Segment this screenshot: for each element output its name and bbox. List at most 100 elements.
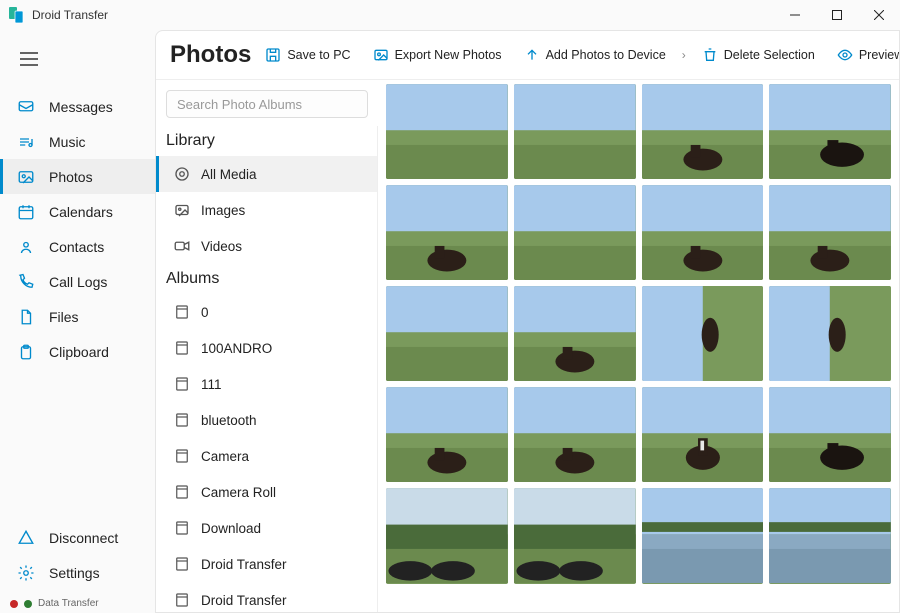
photo-thumbnail[interactable] bbox=[642, 185, 764, 280]
photo-thumbnail[interactable] bbox=[769, 185, 891, 280]
maximize-button[interactable] bbox=[816, 0, 858, 30]
album-label: Camera bbox=[201, 449, 249, 464]
nav-item-clipboard[interactable]: Clipboard bbox=[0, 334, 155, 369]
photo-thumbnail[interactable] bbox=[386, 488, 508, 583]
contact-icon bbox=[17, 238, 35, 256]
photo-thumbnail[interactable] bbox=[642, 84, 764, 179]
library-item-label: Videos bbox=[201, 239, 242, 254]
photo-thumbnail[interactable] bbox=[514, 387, 636, 482]
photo-thumbnail[interactable] bbox=[769, 286, 891, 381]
allmedia-icon bbox=[173, 165, 191, 183]
album-label: Camera Roll bbox=[201, 485, 276, 500]
nav-item-music[interactable]: Music bbox=[0, 124, 155, 159]
clipboard-icon bbox=[17, 343, 35, 361]
library-item-videos[interactable]: Videos bbox=[156, 228, 377, 264]
nav-label: Clipboard bbox=[49, 344, 109, 360]
albums-header: Albums bbox=[156, 264, 377, 294]
photo-thumbnail[interactable] bbox=[769, 488, 891, 583]
album-item[interactable]: 111 bbox=[156, 366, 377, 402]
library-header: Library bbox=[156, 126, 377, 156]
videos-icon bbox=[173, 237, 191, 255]
close-button[interactable] bbox=[858, 0, 900, 30]
library-item-label: All Media bbox=[201, 167, 257, 182]
save-to-pc-button[interactable]: Save to PC bbox=[257, 43, 358, 67]
export-new-photos-button[interactable]: Export New Photos bbox=[365, 43, 510, 67]
file-icon bbox=[17, 308, 35, 326]
photo-thumbnail[interactable] bbox=[386, 286, 508, 381]
nav-label: Files bbox=[49, 309, 79, 325]
album-item[interactable]: bluetooth bbox=[156, 402, 377, 438]
album-label: 100ANDRO bbox=[201, 341, 272, 356]
disconnect-icon bbox=[17, 529, 35, 547]
album-icon bbox=[173, 447, 191, 465]
message-icon bbox=[17, 98, 35, 116]
photo-thumbnail[interactable] bbox=[642, 488, 764, 583]
status-label: Data Transfer bbox=[38, 598, 99, 609]
album-icon bbox=[173, 519, 191, 537]
album-icon bbox=[173, 339, 191, 357]
nav-item-photos[interactable]: Photos bbox=[0, 159, 155, 194]
photo-thumbnail[interactable] bbox=[642, 286, 764, 381]
nav-label: Contacts bbox=[49, 239, 104, 255]
album-item[interactable]: Droid Transfer bbox=[156, 546, 377, 582]
delete-selection-button[interactable]: Delete Selection bbox=[694, 43, 823, 67]
phone-icon bbox=[17, 273, 35, 291]
photo-thumbnail[interactable] bbox=[514, 488, 636, 583]
hamburger-button[interactable] bbox=[0, 52, 155, 89]
nav-item-contacts[interactable]: Contacts bbox=[0, 229, 155, 264]
nav-item-call-logs[interactable]: Call Logs bbox=[0, 264, 155, 299]
titlebar: Droid Transfer bbox=[0, 0, 900, 30]
status-dot-green bbox=[24, 600, 32, 608]
album-item[interactable]: Camera bbox=[156, 438, 377, 474]
main-panel: Photos Save to PC Export New Photos Add … bbox=[155, 30, 900, 613]
page-title: Photos bbox=[170, 41, 251, 69]
nav-label: Call Logs bbox=[49, 274, 107, 290]
status-dot-red bbox=[10, 600, 18, 608]
search-input[interactable] bbox=[166, 90, 368, 118]
toolbar: Photos Save to PC Export New Photos Add … bbox=[156, 31, 899, 80]
photo-thumbnail[interactable] bbox=[514, 286, 636, 381]
photo-icon bbox=[17, 168, 35, 186]
app-icon bbox=[8, 6, 26, 24]
nav-label: Disconnect bbox=[49, 530, 118, 546]
images-icon bbox=[173, 201, 191, 219]
photo-thumbnail[interactable] bbox=[769, 387, 891, 482]
nav-item-files[interactable]: Files bbox=[0, 299, 155, 334]
minimize-button[interactable] bbox=[774, 0, 816, 30]
nav-label: Calendars bbox=[49, 204, 113, 220]
album-item[interactable]: 0 bbox=[156, 294, 377, 330]
nav-bottom-settings[interactable]: Settings bbox=[0, 555, 155, 590]
album-label: Download bbox=[201, 521, 261, 536]
app-title: Droid Transfer bbox=[32, 8, 774, 22]
music-icon bbox=[17, 133, 35, 151]
add-photos-button[interactable]: Add Photos to Device bbox=[516, 43, 674, 67]
photos-sidebar: Library All Media Images Videos Albums 0 10… bbox=[156, 80, 378, 612]
nav-label: Messages bbox=[49, 99, 113, 115]
nav-item-calendars[interactable]: Calendars bbox=[0, 194, 155, 229]
library-item-images[interactable]: Images bbox=[156, 192, 377, 228]
library-item-all-media[interactable]: All Media bbox=[156, 156, 377, 192]
photo-thumbnail[interactable] bbox=[769, 84, 891, 179]
nav-bottom-disconnect[interactable]: Disconnect bbox=[0, 520, 155, 555]
album-label: bluetooth bbox=[201, 413, 257, 428]
album-label: Droid Transfer bbox=[201, 593, 287, 608]
album-item[interactable]: 100ANDRO bbox=[156, 330, 377, 366]
photo-grid-scroll[interactable] bbox=[378, 80, 899, 612]
photo-thumbnail[interactable] bbox=[386, 387, 508, 482]
photo-thumbnail[interactable] bbox=[514, 185, 636, 280]
album-icon bbox=[173, 591, 191, 609]
photo-thumbnail[interactable] bbox=[642, 387, 764, 482]
photo-thumbnail[interactable] bbox=[386, 84, 508, 179]
album-item[interactable]: Droid Transfer bbox=[156, 582, 377, 612]
nav-label: Photos bbox=[49, 169, 93, 185]
album-item[interactable]: Download bbox=[156, 510, 377, 546]
album-item[interactable]: Camera Roll bbox=[156, 474, 377, 510]
nav-item-messages[interactable]: Messages bbox=[0, 89, 155, 124]
preview-button[interactable]: Preview bbox=[829, 43, 900, 67]
photo-thumbnail[interactable] bbox=[514, 84, 636, 179]
photo-thumbnail[interactable] bbox=[386, 185, 508, 280]
library-item-label: Images bbox=[201, 203, 245, 218]
album-icon bbox=[173, 375, 191, 393]
album-label: 111 bbox=[201, 377, 222, 392]
album-icon bbox=[173, 411, 191, 429]
